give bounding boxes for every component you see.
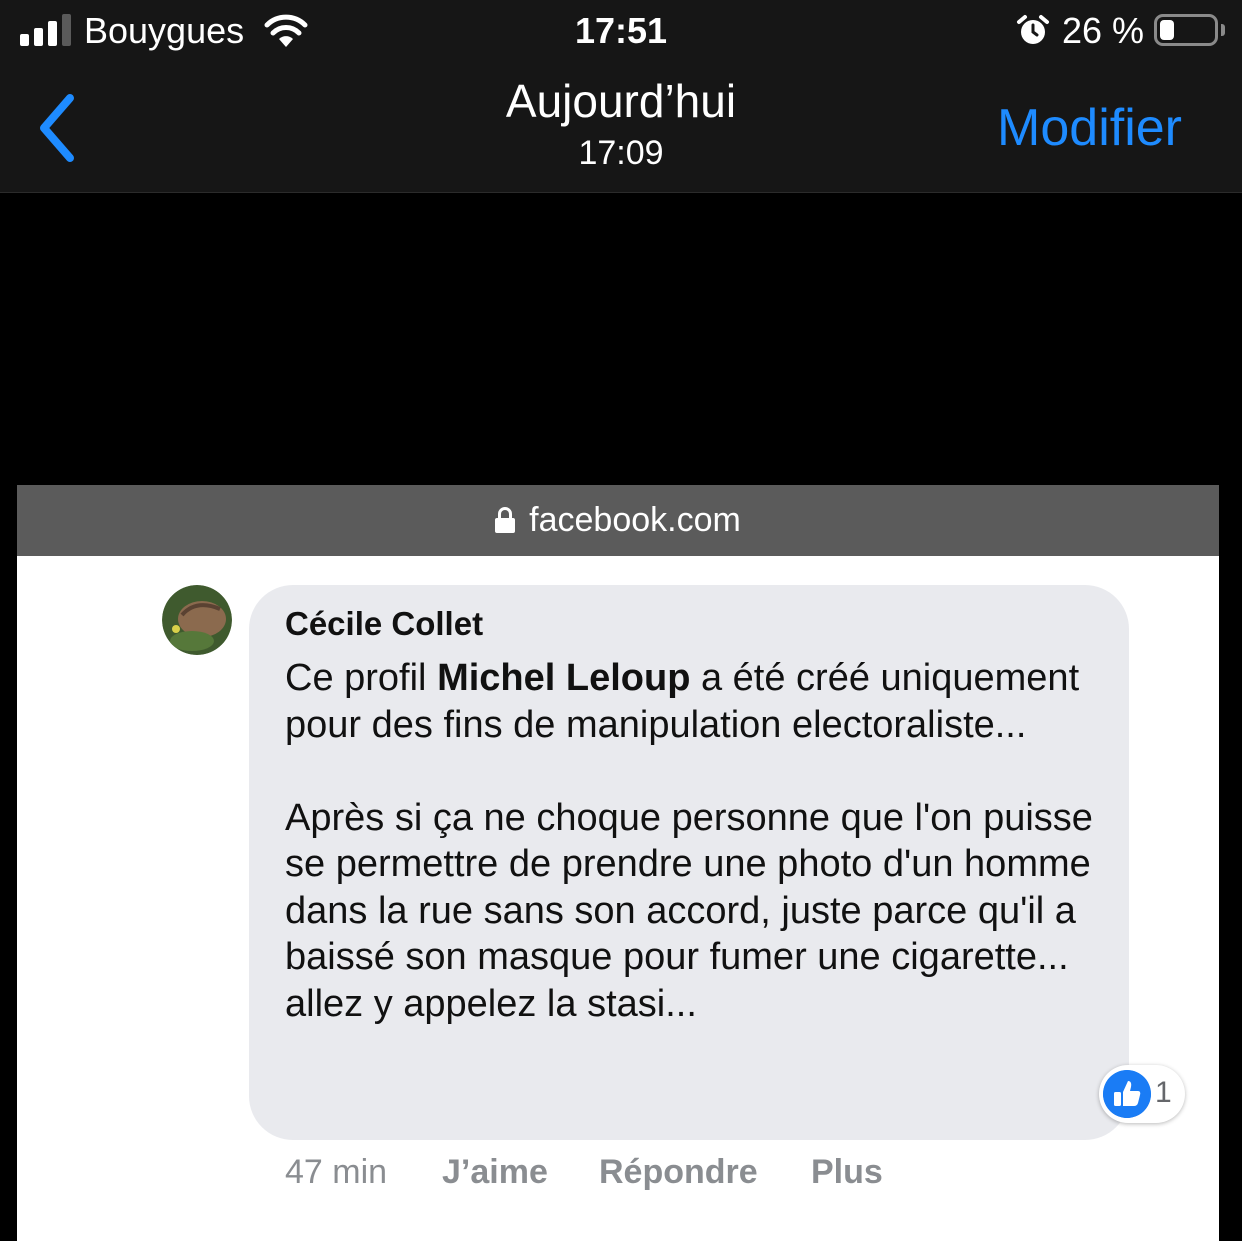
edit-button[interactable]: Modifier [997, 98, 1182, 158]
url-label: facebook.com [529, 501, 741, 539]
comment-paragraph-2: Après si ça ne choque personne que l'on … [285, 796, 1093, 1025]
status-bar: Bouygues 17:51 26 % [0, 0, 1242, 64]
comment-author[interactable]: Cécile Collet [285, 605, 483, 643]
like-button[interactable]: J’aime [442, 1153, 548, 1192]
comment-text-start: Ce profil [285, 657, 438, 699]
comment-time: 47 min [285, 1153, 388, 1191]
cropped-status-bar [17, 485, 1219, 489]
reply-button[interactable]: Répondre [599, 1153, 758, 1192]
comment-bubble: Cécile Collet Ce profil Michel Leloup a … [249, 585, 1129, 1140]
browser-url-bar: facebook.com [17, 485, 1219, 556]
mentioned-profile-name: Michel Leloup [437, 657, 691, 699]
comment-text: Ce profil Michel Leloup a été créé uniqu… [285, 655, 1105, 1027]
reaction-badge[interactable]: 1 [1099, 1065, 1185, 1123]
status-time: 17:51 [574, 10, 668, 51]
battery-icon [1154, 14, 1218, 46]
battery-cap [1221, 24, 1225, 36]
avatar [162, 585, 232, 655]
more-button[interactable]: Plus [811, 1153, 883, 1192]
photo-screenshot: facebook.com Cécile Collet Ce profil Mic… [17, 485, 1219, 1241]
alarm-icon [1017, 15, 1049, 44]
reaction-count: 1 [1155, 1076, 1172, 1109]
lock-icon [495, 507, 516, 533]
nav-bar: Aujourd’hui 17:09 Modifier [0, 64, 1242, 193]
url-text: facebook.com [17, 501, 1219, 540]
battery-percentage: 26 % [1062, 10, 1145, 51]
thumbs-up-icon [1103, 1070, 1151, 1118]
comment-paragraph-1: Ce profil Michel Leloup a été créé uniqu… [285, 655, 1105, 748]
